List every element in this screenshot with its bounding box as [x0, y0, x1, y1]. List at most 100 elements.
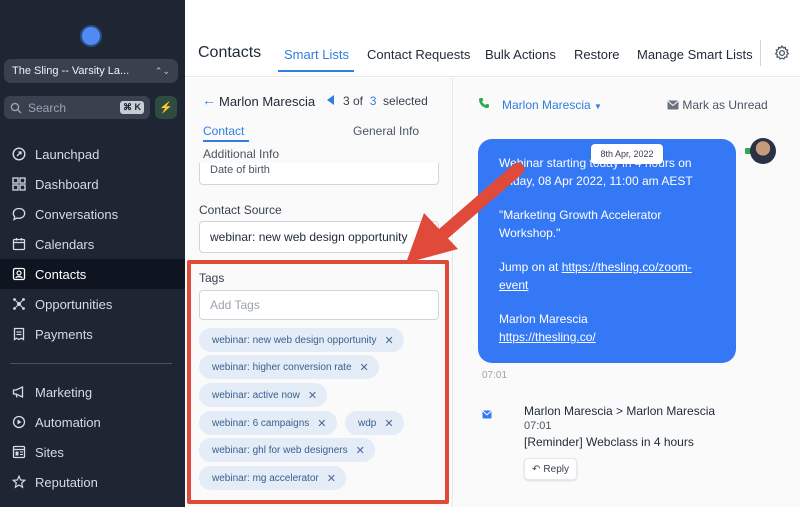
sidebar-item-automation[interactable]: Automation [0, 407, 185, 437]
sidebar-item-dashboard[interactable]: Dashboard [0, 169, 185, 199]
subtab-additional-info[interactable]: Additional Info [203, 147, 279, 161]
tag-chip[interactable]: webinar: mg accelerator ✕ [199, 466, 346, 490]
sidebar-item-reputation[interactable]: Reputation [0, 467, 185, 497]
tag-label: webinar: higher conversion rate [212, 361, 352, 373]
conversation-contact-dropdown[interactable]: Marlon Marescia ▼ [502, 98, 602, 112]
sidebar-item-label: Sites [35, 444, 64, 460]
tag-label: webinar: mg accelerator [212, 472, 319, 484]
active-tab-indicator [278, 70, 354, 72]
message-paragraph: Jump on at https://thesling.co/zoom-even… [499, 259, 715, 294]
sidebar-item-label: Reputation [35, 474, 98, 490]
account-switcher[interactable]: The Sling -- Varsity La... ⌃⌄ [4, 59, 178, 83]
remove-tag-icon[interactable]: ✕ [356, 444, 365, 457]
remove-tag-icon[interactable]: ✕ [360, 361, 369, 374]
sidebar-item-label: Dashboard [35, 176, 99, 192]
sidebar-item-marketing[interactable]: Marketing [0, 377, 185, 407]
envelope-icon [667, 100, 679, 110]
remove-tag-icon[interactable]: ✕ [384, 417, 393, 430]
website-link[interactable]: https://thesling.co/ [499, 330, 596, 344]
tag-label: wdp [358, 417, 377, 429]
search-icon [10, 102, 22, 113]
payments-icon [11, 326, 27, 342]
sidebar-item-conversations[interactable]: Conversations [0, 199, 185, 229]
sidebar-item-sites[interactable]: Sites [0, 437, 185, 467]
contact-name: Marlon Marescia [219, 94, 316, 109]
top-header: Contacts Smart Lists Contact Requests Bu… [185, 0, 800, 77]
remove-tag-icon[interactable]: ✕ [385, 334, 394, 347]
page-title: Contacts [198, 44, 262, 61]
conversation-contact-name: Marlon Marescia [502, 98, 591, 112]
sidebar-item-label: Automation [35, 414, 101, 430]
email-icon [482, 406, 492, 424]
app-logo [82, 27, 100, 45]
contact-pager: 3 of 3 selected [343, 94, 428, 108]
sidebar: The Sling -- Varsity La... ⌃⌄ Search ⌘ K… [0, 0, 185, 507]
message-paragraph: Marlon Marescia https://thesling.co/ [499, 311, 715, 346]
subtab-contact[interactable]: Contact [203, 124, 244, 138]
annotation-arrow [406, 162, 525, 263]
remove-tag-icon[interactable]: ✕ [317, 417, 326, 430]
search-placeholder: Search [28, 100, 67, 115]
sidebar-item-payments[interactable]: Payments [0, 319, 185, 349]
sites-icon [11, 444, 27, 460]
avatar [750, 138, 776, 164]
header-divider [760, 40, 761, 66]
email-subject: [Reminder] Webclass in 4 hours [524, 435, 694, 449]
tag-chip[interactable]: webinar: higher conversion rate ✕ [199, 355, 379, 379]
back-arrow-icon[interactable]: ← [202, 92, 216, 108]
tab-manage-smart-lists[interactable]: Manage Smart Lists [637, 47, 753, 62]
message-paragraph: "Marketing Growth Accelerator Workshop." [499, 208, 662, 240]
pager-suffix: selected [383, 94, 428, 108]
tab-smart-lists[interactable]: Smart Lists [284, 47, 349, 62]
subtab-indicator [203, 140, 249, 142]
account-name: The Sling -- Varsity La... [12, 65, 130, 77]
reply-icon: ↶ [532, 463, 541, 475]
remove-tag-icon[interactable]: ✕ [327, 472, 336, 485]
tags-label: Tags [199, 271, 225, 285]
pager-current: 3 [369, 94, 377, 108]
add-tags-placeholder: Add Tags [210, 298, 260, 312]
date-pill: 8th Apr, 2022 [591, 144, 663, 164]
sidebar-item-launchpad[interactable]: Launchpad [0, 139, 185, 169]
mark-unread-label: Mark as Unread [682, 98, 768, 112]
sidebar-item-opportunities[interactable]: Opportunities [0, 289, 185, 319]
previous-contact-icon[interactable] [327, 95, 334, 105]
tab-bulk-actions[interactable]: Bulk Actions [485, 47, 556, 62]
chat-icon [11, 206, 27, 222]
sidebar-item-label: Opportunities [35, 296, 113, 312]
tag-label: webinar: 6 campaigns [212, 417, 310, 429]
pager-prefix: 3 of [343, 94, 364, 108]
tab-restore[interactable]: Restore [574, 47, 620, 62]
reply-button[interactable]: ↶ Reply [524, 458, 577, 480]
sidebar-item-contacts[interactable]: Contacts [0, 259, 185, 289]
remove-tag-icon[interactable]: ✕ [308, 389, 317, 402]
email-sender: Marlon Marescia > Marlon Marescia [524, 404, 716, 418]
chevron-updown-icon: ⌃⌄ [154, 65, 170, 76]
contact-source-value: webinar: new web design opportunity [210, 230, 408, 244]
automation-icon [11, 414, 27, 430]
launchpad-icon [11, 146, 27, 162]
star-icon [11, 474, 27, 490]
tag-label: webinar: new web design opportunity [212, 334, 377, 346]
tag-label: webinar: active now [212, 389, 300, 401]
gear-icon[interactable] [774, 45, 790, 61]
tag-chip[interactable]: wdp ✕ [345, 411, 404, 435]
tag-chip[interactable]: webinar: new web design opportunity ✕ [199, 328, 404, 352]
subtab-general-info[interactable]: General Info [353, 124, 419, 138]
sidebar-search[interactable]: Search ⌘ K [4, 96, 150, 119]
tab-contact-requests[interactable]: Contact Requests [367, 47, 470, 62]
opportunities-icon [11, 296, 27, 312]
caret-down-icon: ▼ [594, 102, 602, 111]
quick-action-button[interactable]: ⚡ [155, 96, 177, 119]
sidebar-item-calendars[interactable]: Calendars [0, 229, 185, 259]
phone-icon[interactable] [478, 97, 490, 112]
tag-chip[interactable]: webinar: ghl for web designers ✕ [199, 438, 375, 462]
tag-chip[interactable]: webinar: active now ✕ [199, 383, 328, 407]
mark-unread-button[interactable]: Mark as Unread [667, 98, 768, 112]
search-shortcut: ⌘ K [120, 101, 144, 114]
tag-label: webinar: ghl for web designers [212, 444, 348, 456]
tag-chip[interactable]: webinar: 6 campaigns ✕ [199, 411, 337, 435]
sidebar-divider [10, 363, 172, 364]
sidebar-item-label: Marketing [35, 384, 93, 400]
add-tags-input[interactable]: Add Tags [199, 290, 439, 320]
